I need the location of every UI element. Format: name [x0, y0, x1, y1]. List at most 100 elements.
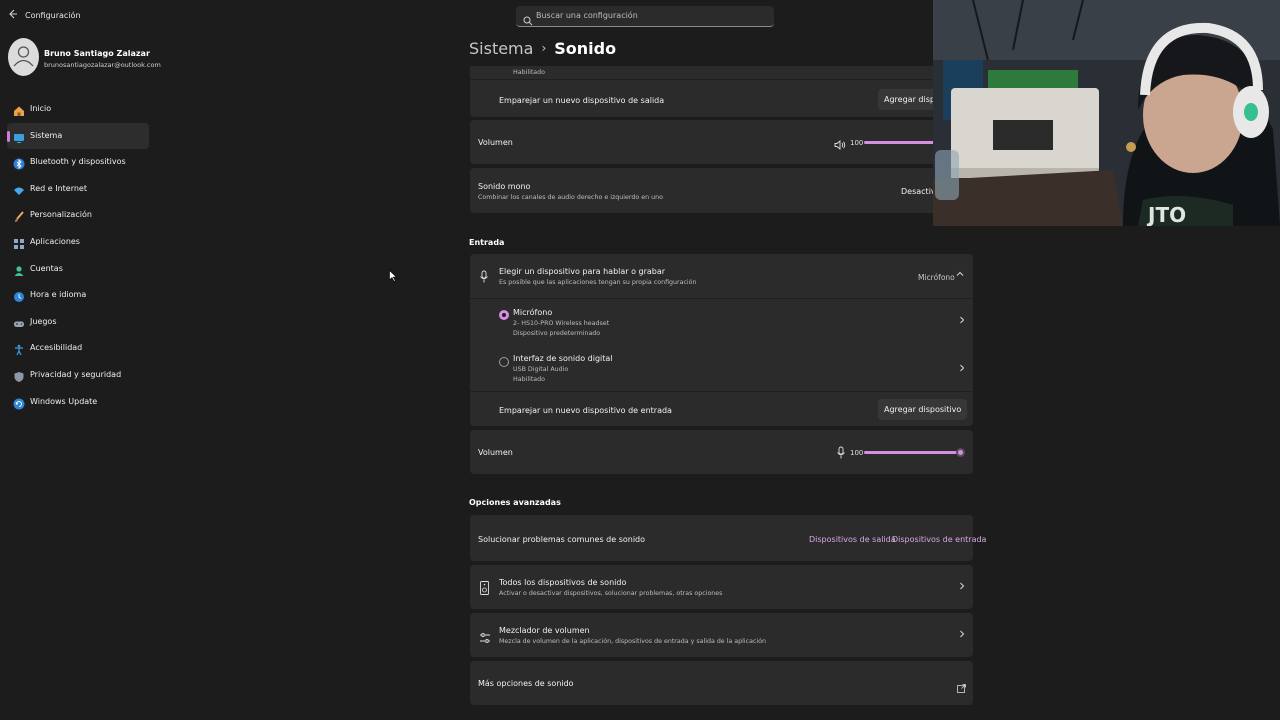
advanced-section-title: Opciones avanzadas — [469, 498, 561, 507]
microphone-icon[interactable] — [836, 445, 846, 459]
troubleshoot-input-link[interactable]: Dispositivos de entrada — [892, 535, 986, 544]
divider — [470, 79, 973, 80]
apps-icon — [13, 235, 25, 249]
avatar — [8, 38, 39, 76]
wifi-icon — [13, 182, 25, 195]
input-volume-card: Volumen 100 — [470, 430, 973, 474]
input-volume-slider[interactable] — [864, 451, 960, 454]
chevron-right-icon[interactable] — [958, 316, 966, 327]
search-placeholder: Buscar una configuración — [536, 11, 638, 20]
troubleshoot-output-link[interactable]: Dispositivos de salida — [809, 535, 896, 544]
more-sound-options-label: Más opciones de sonido — [478, 679, 574, 688]
more-sound-options-row[interactable]: Más opciones de sonido — [470, 661, 973, 705]
globe-clock-icon — [13, 288, 25, 303]
volume-mixer-row[interactable]: Mezclador de volumen Mezcla de volumen d… — [470, 613, 973, 657]
sidebar-item-personalizacion[interactable]: Personalización — [7, 202, 149, 229]
profile-email: brunosantiagozalazar@outlook.com — [44, 61, 161, 69]
sidebar-item-inicio[interactable]: Inicio — [7, 96, 149, 123]
output-devices-card: Habilitado Emparejar un nuevo dispositiv… — [470, 66, 973, 117]
sidebar-item-label: Cuentas — [30, 263, 63, 273]
mixer-icon — [479, 629, 491, 643]
selected-input-device: Micrófono — [918, 273, 955, 282]
shield-icon — [13, 368, 25, 382]
svg-text:JTO: JTO — [1146, 203, 1186, 226]
mixer-title: Mezclador de volumen — [499, 626, 590, 635]
breadcrumb-parent[interactable]: Sistema — [469, 39, 533, 58]
sidebar-item-label: Sistema — [30, 130, 63, 140]
sidebar-item-label: Hora e idioma — [30, 290, 87, 300]
all-sound-devices-row[interactable]: Todos los dispositivos de sonido Activar… — [470, 565, 973, 609]
chevron-up-icon[interactable] — [956, 270, 964, 281]
device-name: Micrófono — [513, 308, 553, 317]
accessibility-icon — [13, 341, 25, 356]
device-detail: USB Digital Audio — [513, 366, 569, 373]
input-volume-label: Volumen — [478, 448, 513, 457]
app-title: Configuración — [25, 11, 81, 20]
device-radio-selected[interactable] — [499, 310, 509, 320]
sidebar-item-label: Accesibilidad — [30, 343, 83, 353]
sidebar-item-red[interactable]: Red e Internet — [7, 176, 149, 203]
sidebar-item-aplicaciones[interactable]: Aplicaciones — [7, 229, 149, 256]
mono-audio-title: Sonido mono — [478, 182, 531, 191]
breadcrumb-separator: › — [541, 41, 547, 55]
pair-output-label: Emparejar un nuevo dispositivo de salida — [499, 96, 665, 105]
sidebar-item-juegos[interactable]: Juegos — [7, 309, 149, 336]
sidebar-item-label: Juegos — [30, 316, 57, 326]
mono-audio-card: Sonido mono Combinar los canales de audi… — [470, 168, 973, 213]
microphone-icon — [479, 269, 489, 283]
input-device-microfono[interactable]: Micrófono 2- HS10-PRO Wireless headset D… — [470, 299, 973, 345]
output-volume-label: Volumen — [478, 138, 513, 147]
input-volume-value: 100 — [850, 449, 864, 457]
sidebar-item-label: Red e Internet — [30, 183, 87, 193]
chevron-right-icon[interactable] — [958, 582, 966, 593]
search-input[interactable]: Buscar una configuración — [516, 6, 774, 27]
output-device-status: Habilitado — [513, 69, 546, 76]
sidebar-item-label: Personalización — [30, 210, 92, 220]
profile-name: Bruno Santiago Zalazar — [44, 49, 150, 58]
external-link-icon[interactable] — [957, 678, 966, 693]
input-section-title: Entrada — [469, 238, 505, 247]
choose-input-device-row[interactable]: Elegir un dispositivo para hablar o grab… — [470, 254, 973, 298]
all-devices-title: Todos los dispositivos de sonido — [499, 578, 627, 587]
sidebar-item-privacidad[interactable]: Privacidad y seguridad — [7, 362, 149, 389]
input-devices-card: Elegir un dispositivo para hablar o grab… — [470, 254, 973, 426]
sidebar-item-label: Inicio — [30, 104, 52, 113]
gamepad-icon — [13, 315, 25, 327]
speaker-icon[interactable] — [834, 136, 846, 150]
sidebar-item-bluetooth[interactable]: Bluetooth y dispositivos — [7, 149, 149, 176]
sidebar-item-label: Aplicaciones — [30, 236, 80, 246]
mono-audio-subtitle: Combinar los canales de audio derecho e … — [478, 194, 663, 201]
sidebar-item-label: Privacidad y seguridad — [30, 369, 122, 379]
webcam-overlay: JTO — [933, 0, 1280, 226]
mouse-cursor — [389, 267, 398, 282]
mixer-subtitle: Mezcla de volumen de la aplicación, disp… — [499, 638, 767, 645]
troubleshoot-card: Solucionar problemas comunes de sonido D… — [470, 515, 986, 561]
all-devices-subtitle: Activar o desactivar dispositivos, soluc… — [499, 590, 723, 597]
input-volume-thumb[interactable] — [956, 448, 965, 457]
device-radio-unselected[interactable] — [499, 357, 509, 367]
device-status: Dispositivo predeterminado — [513, 330, 601, 337]
system-icon — [13, 129, 25, 143]
output-volume-card: Volumen 100 — [470, 120, 973, 164]
troubleshoot-label: Solucionar problemas comunes de sonido — [478, 535, 646, 544]
device-name: Interfaz de sonido digital — [513, 354, 613, 363]
sidebar-item-sistema[interactable]: Sistema — [7, 122, 149, 150]
output-volume-value: 100 — [850, 139, 864, 147]
sidebar-item-label: Bluetooth y dispositivos — [30, 157, 126, 167]
speaker-device-icon — [480, 580, 489, 595]
input-device-interfaz[interactable]: Interfaz de sonido digital USB Digital A… — [470, 345, 973, 391]
back-arrow-icon[interactable] — [6, 9, 20, 23]
chevron-right-icon[interactable] — [958, 630, 966, 641]
sidebar-item-accesibilidad[interactable]: Accesibilidad — [7, 335, 149, 362]
chevron-right-icon[interactable] — [958, 364, 966, 375]
divider — [470, 391, 973, 392]
device-status: Habilitado — [513, 376, 546, 383]
search-icon — [523, 11, 534, 26]
sidebar-item-cuentas[interactable]: Cuentas — [7, 256, 149, 283]
brush-icon — [13, 208, 25, 223]
add-input-device-button[interactable]: Agregar dispositivo — [878, 399, 968, 420]
home-icon — [13, 102, 25, 116]
sidebar-item-hora[interactable]: Hora e idioma — [7, 282, 149, 309]
sidebar-item-windows-update[interactable]: Windows Update — [7, 389, 149, 416]
account-icon — [13, 262, 25, 276]
